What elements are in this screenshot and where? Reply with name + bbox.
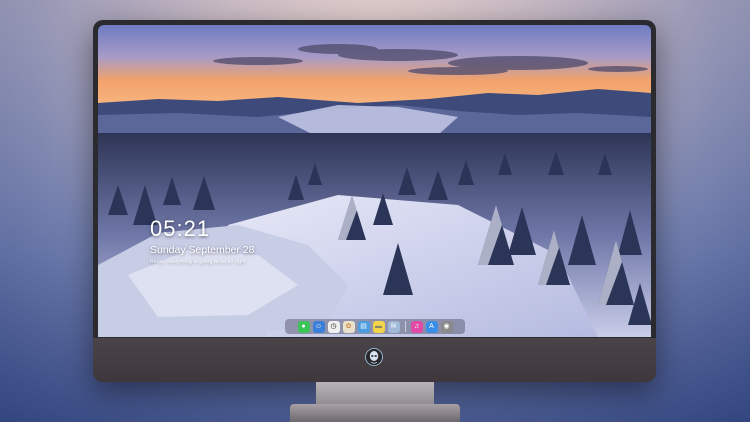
alien-logo-icon: [365, 348, 383, 366]
dock-separator: [404, 321, 406, 332]
preview-icon[interactable]: ▤: [357, 320, 370, 333]
monitor: 05:21 Sunday September 28 Relax, everyth…: [93, 20, 656, 382]
camera-icon[interactable]: ◉: [440, 320, 453, 333]
app-store-icon[interactable]: A: [425, 320, 438, 333]
wallpaper-snowy-forest: [98, 25, 651, 337]
notes-icon[interactable]: ▬: [372, 320, 385, 333]
clock-note: Relax, everything is going to be all rig…: [150, 259, 248, 265]
photos-icon[interactable]: ✿: [342, 320, 355, 333]
finder-icon[interactable]: ☺: [312, 320, 325, 333]
messages-icon[interactable]: ●: [297, 320, 310, 333]
clock-date: Sunday September 28: [150, 244, 255, 256]
monitor-chin: [93, 338, 656, 382]
music-icon[interactable]: ♫: [410, 320, 423, 333]
clock-time: 05:21: [150, 216, 211, 241]
lockscreen-clock: 05:21 Sunday September 28 Relax, everyth…: [150, 216, 255, 266]
dock: ● ☺ ◷ ✿ ▤ ▬ ✉ ♫ A ◉: [285, 319, 465, 334]
desktop-screen: 05:21 Sunday September 28 Relax, everyth…: [98, 25, 651, 337]
mail-icon[interactable]: ✉: [387, 320, 400, 333]
clock-icon[interactable]: ◷: [327, 320, 340, 333]
monitor-stand-base: [290, 404, 460, 422]
